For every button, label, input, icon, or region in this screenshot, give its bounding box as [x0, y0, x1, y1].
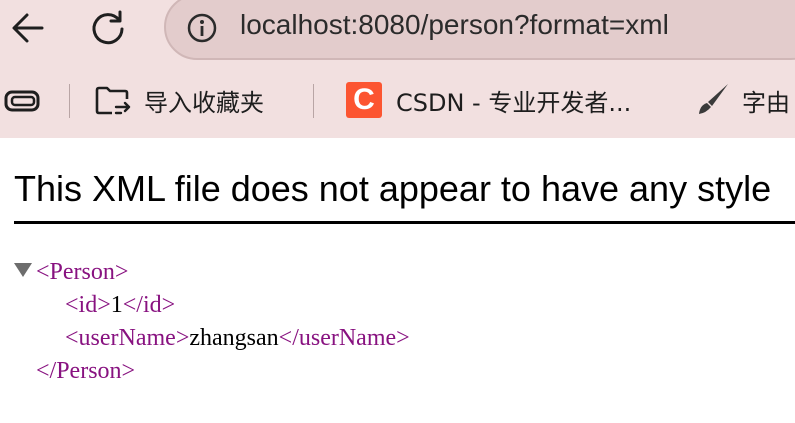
browser-window: localhost:8080/person?format=xml 导入收藏夹 C…	[0, 0, 795, 423]
xml-root-close-line: </Person>	[14, 355, 410, 388]
csdn-logo-icon: C	[346, 82, 382, 118]
xml-value: 1	[110, 292, 123, 318]
brush-icon	[699, 84, 728, 114]
url-text[interactable]: localhost:8080/person?format=xml	[240, 9, 669, 41]
xml-tag: </id>	[122, 292, 176, 318]
xml-root-open-line: <Person>	[14, 256, 410, 289]
back-button[interactable]	[6, 6, 50, 50]
collections-icon	[4, 90, 40, 112]
xml-tag: <Person>	[36, 259, 129, 285]
bookmark-label: CSDN - 专业开发者...	[396, 88, 632, 117]
xml-tag: </userName>	[278, 325, 410, 351]
bookmark-import-favorites[interactable]: 导入收藏夹	[94, 80, 264, 120]
collections-button[interactable]	[4, 80, 42, 120]
bookmark-csdn[interactable]: C CSDN - 专业开发者...	[346, 80, 631, 120]
xml-username-line: <userName>zhangsan</userName>	[14, 322, 410, 355]
bookmark-separator	[69, 84, 70, 118]
reload-button[interactable]	[86, 6, 130, 50]
browser-toolbar: localhost:8080/person?format=xml	[0, 0, 795, 66]
bookmark-ziyou[interactable]: 字由	[694, 80, 790, 120]
address-bar[interactable]: localhost:8080/person?format=xml	[164, 0, 795, 60]
xml-value: zhangsan	[189, 325, 279, 351]
bookmark-label: 导入收藏夹	[144, 88, 264, 117]
bookmarks-bar: 导入收藏夹 C CSDN - 专业开发者... 字由	[0, 66, 795, 138]
bookmark-separator	[313, 84, 314, 118]
page-content: This XML file does not appear to have an…	[0, 138, 795, 423]
xml-tag: <userName>	[65, 325, 190, 351]
triangle-down-icon[interactable]	[14, 263, 32, 277]
notice-text: This XML file does not appear to have an…	[14, 168, 772, 209]
xml-tag: <id>	[65, 292, 111, 318]
xml-style-notice: This XML file does not appear to have an…	[14, 168, 795, 224]
arrow-left-icon	[12, 13, 44, 43]
import-favorites-icon	[95, 86, 131, 115]
info-icon[interactable]	[186, 12, 218, 44]
bookmark-label: 字由	[742, 88, 790, 117]
xml-id-line: <id>1</id>	[14, 289, 410, 322]
xml-tag: </Person>	[36, 358, 136, 384]
reload-icon	[92, 10, 124, 45]
xml-tree: <Person> <id>1</id> <userName>zhangsan</…	[14, 256, 410, 388]
